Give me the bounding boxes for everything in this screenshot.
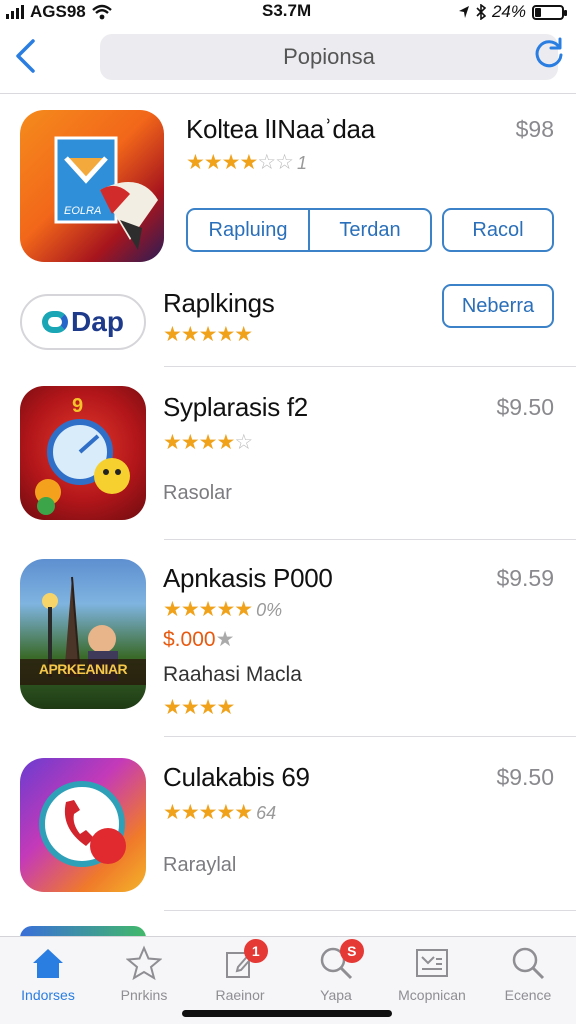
app-row-2[interactable]: Dap Raplkings ★★★★★ Neberra [0,276,576,368]
promo-star-icon: ★ [215,628,235,651]
app-subtitle: Rasolar [163,482,232,504]
clock-face-icon: 9 [35,395,130,515]
app-title: Syplarasis f2 [163,392,308,422]
app-title: Koltea lINaaʾdaa [186,114,375,144]
home-icon [33,949,63,978]
status-left: AGS​98 [6,2,112,22]
rating-stars: ★★★★★ [163,323,253,346]
action-button[interactable]: Neberra [442,284,554,328]
app-subtitle: Raahasi Macla [163,663,302,686]
app-row-1[interactable]: EOLRA Koltea lINaaʾdaa $98 ★★★★☆☆ 1 Raplu… [0,96,576,276]
row-divider [164,366,576,367]
star-icons: ★★★★ [163,431,235,454]
star-icons: ★★★★★ [163,598,253,621]
o-logo-icon [42,311,69,333]
empty-star-icons: ☆ [234,431,253,454]
search-field-text: Popionsa [283,44,375,69]
envelope-rocket-icon: EOLRA [54,136,158,250]
app-title: Apnkasis P000 [163,563,333,593]
app-icon-5 [20,758,146,892]
tab-label: Ecence [504,987,552,1003]
row-divider [164,736,576,737]
app-title: Raplkings [163,288,275,318]
row-divider [164,910,576,911]
app-title: Culakabis 69 [163,762,310,792]
battery-percent: 24% [491,2,526,21]
tab-label: Mcopnican [398,987,466,1003]
phone-call-icon [39,781,126,867]
tower-illustration-icon [20,576,146,685]
star-icons: ★★★★ [186,151,258,174]
back-button[interactable] [10,36,40,76]
app-icon-text: Dap [71,306,124,337]
tab-label: Pnrkins [120,987,168,1003]
rating-stars: ★★★★★ 64 [163,800,276,825]
chevron-left-icon [16,39,35,73]
wifi-icon [91,4,112,20]
rating-stars-secondary: ★★★★ [163,696,235,719]
app-row-5[interactable]: Culakabis 69 $9.50 ★★★★★ 64 Raraylal [0,738,576,910]
search-field[interactable]: Popionsa [100,34,558,80]
tab-label: Raeinor [215,987,265,1003]
promo-price-value: $.000 [163,628,216,651]
segmented-control: Rapluing Terdan [186,208,432,252]
action-button[interactable]: Racol [442,208,554,252]
rating-stars: ★★★★★ 0% [163,597,282,622]
app-price[interactable]: $9.50 [496,394,554,421]
rating-count: 64 [256,803,277,823]
news-icon [416,949,448,977]
app-icon-3: 9 [20,386,146,520]
app-icon-4: APRKEANIAR [20,559,146,709]
star-icon [126,945,162,981]
segment-button[interactable]: Terdan [308,210,430,250]
row-divider [164,539,576,540]
svg-text:9: 9 [72,395,83,417]
rating-stars: ★★★★☆ [163,430,253,455]
tab-label: Yapa [320,987,352,1003]
status-right: 24% [458,2,567,22]
notification-badge: 1 [243,939,268,963]
app-icon-1: EOLRA [20,110,164,262]
promo-price: $.000★ [163,627,234,652]
refresh-button[interactable] [532,36,566,70]
clock: S3.7M [262,1,312,20]
bluetooth-icon [476,4,486,20]
refresh-icon [535,37,563,68]
tab-ecence[interactable]: Ecence [480,937,576,1024]
app-subtitle: Raraylal [163,854,237,876]
app-row-4[interactable]: APRKEANIAR Apnkasis P000 $9.59 ★★★★★ 0% $… [0,541,576,737]
app-row-3[interactable]: 9 Syplarasis f2 $9.50 ★★★★☆ Rasolar [0,368,576,540]
app-price[interactable]: $98 [516,116,554,143]
magnifier-icon [512,947,545,980]
tab-mcopnican[interactable]: Mcopnican [384,937,480,1024]
notification-badge: S [339,939,364,963]
home-indicator [182,1010,392,1017]
status-bar: AGS​98 S3.7M 24% [0,0,576,24]
tab-indorses[interactable]: Indorses [0,937,96,1024]
rating-stars: ★★★★☆☆ 1 [186,150,307,175]
app-icon-text: APRKEANIAR [38,661,128,677]
tab-label: Indorses [21,987,75,1003]
segment-button[interactable]: Rapluing [188,210,308,250]
carrier-label: AGS​98 [30,2,86,21]
star-icons: ★★★★★ [163,801,253,824]
svg-text:EOLRA: EOLRA [64,205,101,217]
rating-count: 1 [296,153,307,173]
nav-bar: Popionsa [0,28,576,90]
battery-fill [535,7,542,17]
tab-pnrkins[interactable]: Pnrkins [96,937,192,1024]
location-icon [458,6,469,18]
nav-divider [0,93,576,94]
battery-icon [532,4,567,20]
signal-icon [6,5,24,19]
app-price[interactable]: $9.50 [496,764,554,791]
app-price[interactable]: $9.59 [496,565,554,592]
empty-star-icons: ☆☆ [257,151,294,174]
rating-count: 0% [256,600,283,620]
app-icon-2: Dap [20,294,146,350]
